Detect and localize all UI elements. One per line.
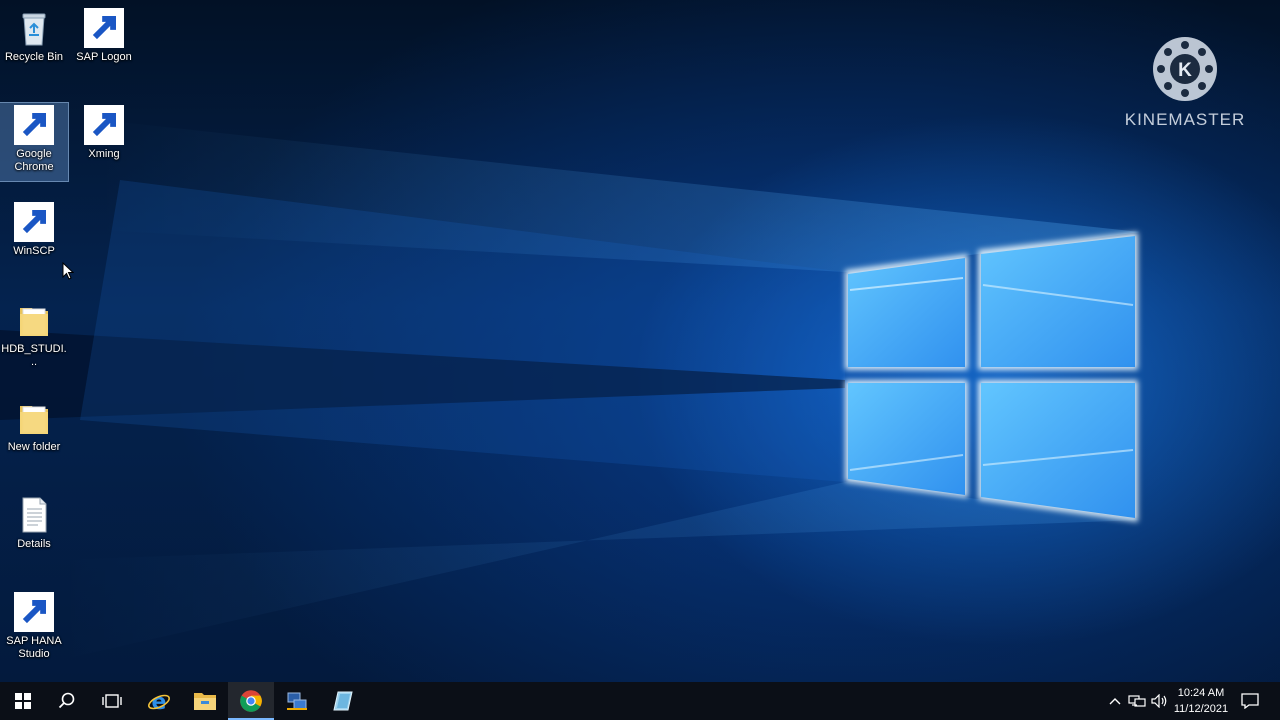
icon-label: Details (17, 538, 51, 550)
desktop-icon-new-folder[interactable]: New folder (0, 396, 68, 454)
desktop-icon-xming[interactable]: Xming (70, 103, 138, 161)
folder-icon (14, 398, 54, 438)
kinemaster-watermark: K KINEMASTER (1118, 36, 1252, 130)
folder-icon (14, 300, 54, 340)
winscp-icon (14, 202, 54, 242)
task-view-icon (102, 694, 122, 708)
file-explorer-icon (194, 693, 216, 710)
desktop-icon-details[interactable]: Details (0, 493, 68, 551)
shortcut-arrow-icon (14, 592, 54, 632)
sap-hana-studio-icon (333, 691, 353, 711)
sap-logon-icon (287, 692, 307, 710)
network-icon (1128, 695, 1146, 707)
taskbar-sap-hana-studio[interactable] (320, 682, 366, 720)
desktop-icon-sap-logon[interactable]: SAP Logon (70, 6, 138, 64)
chrome-icon (14, 105, 54, 145)
search-icon (58, 692, 75, 709)
search-button[interactable] (44, 682, 90, 720)
sap-logon-icon (84, 8, 124, 48)
chrome-icon (240, 690, 262, 712)
desktop-icon-hdb-studio-folder[interactable]: HDB_STUDI... (0, 298, 68, 369)
desktop-icon-sap-hana-studio[interactable]: SAP HANA Studio (0, 590, 68, 661)
windows-wallpaper (0, 120, 1140, 660)
shortcut-arrow-icon (14, 202, 54, 242)
task-view-button[interactable] (89, 682, 135, 720)
kinemaster-text: KINEMASTER (1124, 110, 1246, 129)
action-center-button[interactable] (1238, 682, 1262, 720)
taskbar-file-explorer[interactable] (182, 682, 228, 720)
clock-date: 11/12/2021 (1173, 703, 1229, 715)
icon-label: Google Chrome (14, 148, 54, 173)
sap-hana-studio-icon (14, 592, 54, 632)
icon-label: Recycle Bin (4, 51, 64, 63)
taskbar-sap-logon[interactable] (274, 682, 320, 720)
action-center-icon (1241, 693, 1259, 709)
windows-logo-icon (15, 693, 31, 709)
network-tray-button[interactable] (1127, 682, 1147, 720)
shortcut-arrow-icon (84, 8, 124, 48)
show-hidden-icons-button[interactable] (1106, 682, 1124, 720)
icon-label: HDB_STUDI... (1, 343, 67, 368)
chevron-up-icon (1109, 698, 1121, 705)
taskbar-clock[interactable]: 10:24 AM 11/12/2021 (1166, 685, 1236, 717)
desktop-icon-google-chrome[interactable]: Google Chrome (0, 102, 69, 182)
start-button[interactable] (0, 682, 46, 720)
icon-label: Xming (88, 148, 120, 160)
icon-label: WinSCP (13, 245, 55, 257)
taskbar-google-chrome[interactable] (228, 682, 274, 720)
svg-text:e: e (152, 690, 167, 713)
icon-label: SAP HANA Studio (6, 635, 62, 660)
icon-label: New folder (7, 441, 61, 453)
icon-label: SAP Logon (76, 51, 132, 63)
taskbar-internet-explorer[interactable]: e (136, 682, 182, 720)
desktop-icon-winscp[interactable]: WinSCP (0, 200, 68, 258)
text-document-icon (14, 495, 54, 535)
desktop-icon-recycle-bin[interactable]: Recycle Bin (0, 6, 68, 64)
xming-icon (84, 105, 124, 145)
taskbar: e 10:24 AM 11/12/2021 (0, 682, 1280, 720)
mouse-cursor-icon (62, 262, 74, 280)
recycle-bin-icon (14, 8, 54, 48)
shortcut-arrow-icon (84, 105, 124, 145)
clock-time: 10:24 AM (1177, 687, 1225, 699)
svg-text:K: K (1178, 60, 1192, 81)
desktop[interactable]: Recycle Bin SAP Logon Google Chrome Xmin… (0, 0, 1280, 682)
internet-explorer-icon: e (148, 690, 170, 713)
kinemaster-logo-icon: K (1153, 37, 1217, 101)
shortcut-arrow-icon (14, 105, 54, 145)
